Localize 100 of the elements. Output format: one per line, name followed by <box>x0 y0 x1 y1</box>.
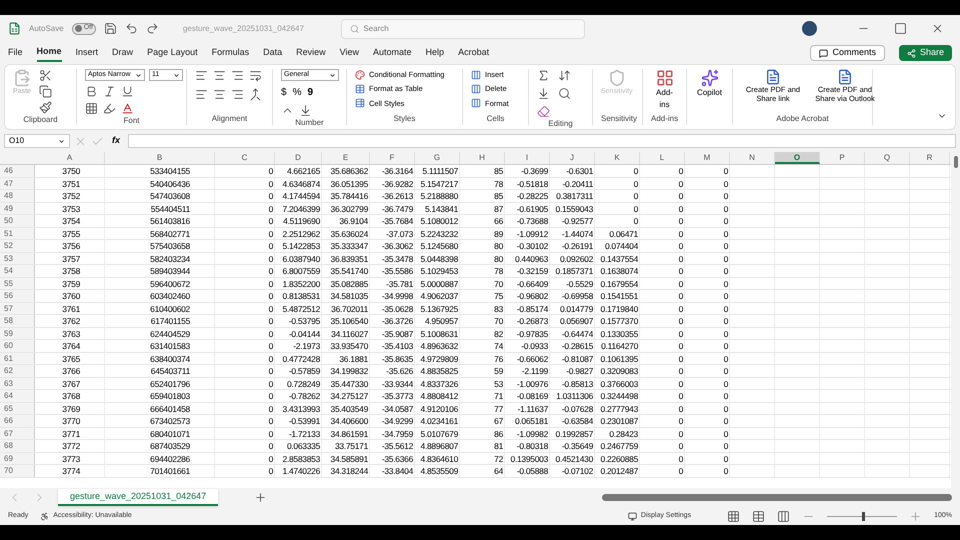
row-header[interactable]: 54 <box>0 265 35 276</box>
italic-icon[interactable] <box>103 85 116 98</box>
close-icon[interactable] <box>931 22 944 35</box>
bold-icon[interactable] <box>85 85 98 98</box>
column-header[interactable]: F <box>370 152 415 164</box>
column-header[interactable]: R <box>910 152 950 164</box>
avatar-icon[interactable] <box>802 21 817 36</box>
row-header[interactable]: 58 <box>0 315 35 326</box>
row-header[interactable]: 59 <box>0 328 35 339</box>
menu-tab[interactable]: Data <box>263 44 282 62</box>
menu-tab[interactable]: Review <box>296 44 326 62</box>
column-header[interactable]: B <box>105 152 215 164</box>
borders-icon[interactable] <box>85 102 98 115</box>
horizontal-scrollbar[interactable] <box>602 494 952 501</box>
wrap-text-icon[interactable] <box>249 69 262 82</box>
menu-tab[interactable]: Home <box>36 44 62 62</box>
row-header[interactable]: 62 <box>0 365 35 376</box>
page-layout-view-icon[interactable] <box>752 510 766 522</box>
row-header[interactable]: 49 <box>0 202 35 214</box>
share-button[interactable]: Share <box>898 45 952 61</box>
align-center-icon[interactable] <box>213 88 226 101</box>
scroll-thumb[interactable] <box>954 156 958 168</box>
save-icon[interactable] <box>104 22 117 35</box>
copilot-button[interactable]: Copilot <box>695 69 724 99</box>
menu-tab[interactable]: File <box>8 44 23 62</box>
comma-button[interactable]: 9 <box>307 85 314 100</box>
search-input[interactable]: Search <box>363 22 576 34</box>
row-header[interactable]: 52 <box>0 240 35 252</box>
page-break-view-icon[interactable] <box>777 510 790 522</box>
align-top-icon[interactable] <box>195 69 208 82</box>
search-icon[interactable] <box>558 87 571 100</box>
eraser-icon[interactable] <box>537 105 550 118</box>
column-header[interactable]: J <box>550 152 595 164</box>
row-header[interactable]: 46 <box>0 165 35 176</box>
insert-function-button[interactable]: fx <box>112 134 120 148</box>
row-header[interactable]: 56 <box>0 290 35 302</box>
menu-tab[interactable]: View <box>340 44 360 62</box>
name-box[interactable]: O10 <box>4 134 70 148</box>
row-header[interactable]: 50 <box>0 215 35 226</box>
align-right-icon[interactable] <box>231 88 244 101</box>
fill-color-icon[interactable] <box>103 102 116 115</box>
row-header[interactable]: 55 <box>0 278 35 289</box>
column-header[interactable]: D <box>275 152 322 164</box>
menu-tab[interactable]: Acrobat <box>458 44 490 62</box>
redo-icon[interactable] <box>146 22 159 35</box>
menu-tab[interactable]: Insert <box>76 44 98 62</box>
copy-icon[interactable] <box>39 85 52 98</box>
row-header[interactable]: 47 <box>0 178 35 189</box>
formula-input-field[interactable] <box>128 134 956 148</box>
underline-icon[interactable] <box>121 85 134 98</box>
currency-button[interactable]: $ <box>281 85 287 100</box>
row-header[interactable]: 60 <box>0 340 35 352</box>
row-header[interactable]: 53 <box>0 252 35 264</box>
row-header[interactable]: 65 <box>0 402 35 414</box>
align-middle-icon[interactable] <box>213 69 226 82</box>
row-header[interactable]: 64 <box>0 390 35 402</box>
menu-tab[interactable]: Formulas <box>212 44 250 62</box>
row-header[interactable]: 51 <box>0 228 35 239</box>
menu-tab[interactable]: Automate <box>373 44 412 62</box>
column-header[interactable]: M <box>685 152 730 164</box>
column-header[interactable]: I <box>505 152 550 164</box>
cut-icon[interactable] <box>39 69 52 82</box>
menu-tab[interactable]: Draw <box>112 44 134 62</box>
row-header[interactable]: 61 <box>0 352 35 364</box>
align-left-icon[interactable] <box>195 88 208 101</box>
column-header[interactable]: C <box>215 152 275 164</box>
search-field[interactable]: Search <box>340 18 585 38</box>
row-header[interactable]: 69 <box>0 452 35 464</box>
row-header[interactable]: 70 <box>0 465 35 476</box>
row-header[interactable]: 66 <box>0 415 35 426</box>
comments-button[interactable]: Comments <box>810 45 885 61</box>
column-header[interactable]: E <box>322 152 370 164</box>
menu-tab[interactable]: Help <box>426 44 444 62</box>
column-header[interactable]: Q <box>865 152 910 164</box>
row-header[interactable]: 68 <box>0 440 35 452</box>
row-header[interactable]: 63 <box>0 378 35 389</box>
add-ins-button[interactable]: Add-ins <box>651 69 678 111</box>
sort-icon[interactable] <box>558 69 571 82</box>
sheet-tab[interactable]: gesture_wave_20251031_042647 <box>58 489 218 506</box>
column-header[interactable]: P <box>820 152 865 164</box>
zoom-slider-thumb[interactable] <box>862 512 866 520</box>
menu-tab[interactable]: Page Layout <box>147 44 198 62</box>
column-header[interactable]: H <box>460 152 505 164</box>
format-painter-icon[interactable] <box>39 101 52 114</box>
add-sheet-icon[interactable] <box>254 491 268 504</box>
row-header[interactable]: 67 <box>0 428 35 439</box>
undo-icon[interactable] <box>124 22 138 35</box>
percent-button[interactable]: % <box>292 85 302 100</box>
column-header[interactable]: L <box>640 152 685 164</box>
row-header[interactable]: 48 <box>0 190 35 202</box>
autosum-icon[interactable] <box>537 69 550 82</box>
column-header[interactable]: A <box>35 152 105 164</box>
row-header[interactable]: 57 <box>0 302 35 314</box>
column-header[interactable]: K <box>595 152 640 164</box>
font-color-icon[interactable] <box>121 102 134 115</box>
column-header[interactable]: G <box>415 152 460 164</box>
merge-icon[interactable] <box>249 88 262 101</box>
align-bottom-icon[interactable] <box>231 69 244 82</box>
maximize-icon[interactable] <box>894 22 907 35</box>
normal-view-icon[interactable] <box>727 510 740 522</box>
